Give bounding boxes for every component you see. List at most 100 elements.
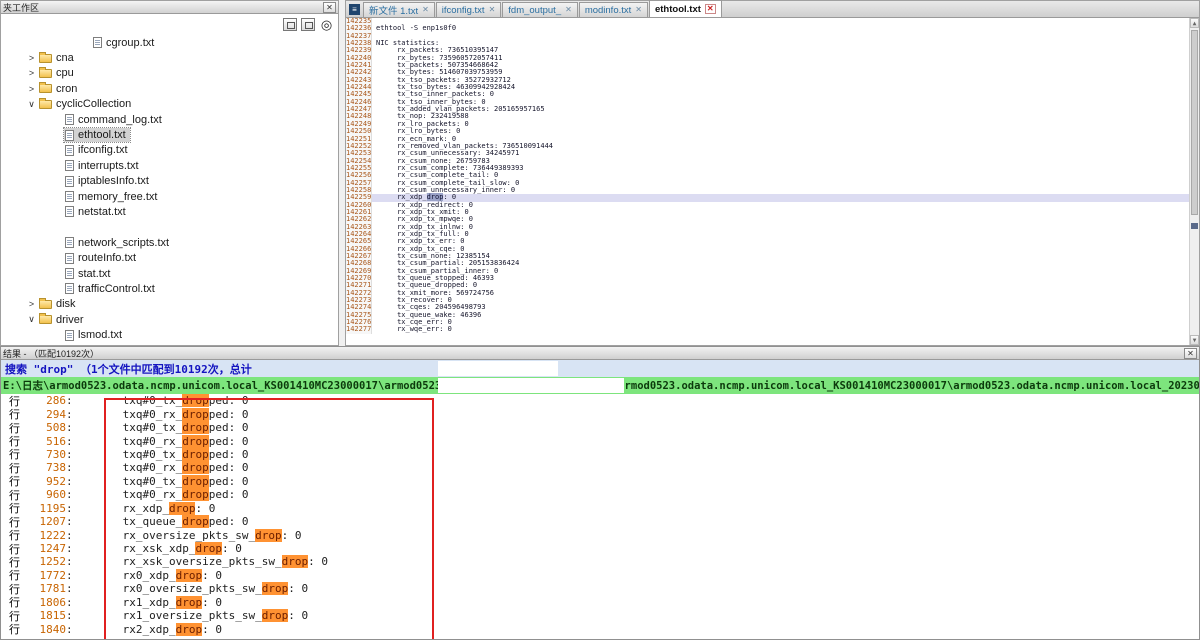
tab-fdm_output_[interactable]: fdm_output_✕ [502,2,578,17]
tab-close-icon[interactable]: ✕ [635,6,642,14]
search-summary-line[interactable]: 搜索 "drop" （1个文件中匹配到10192次，总计 [1,360,1199,377]
line-text: tx_cqes: 204596498793 [372,304,1199,311]
collapse-all-icon[interactable] [301,18,315,31]
close-icon[interactable]: ✕ [323,2,336,13]
match-row-line-1222[interactable]: 行1222:rx_oversize_pkts_sw_drop: 0 [1,528,1199,541]
editor-line[interactable]: 142276 tx_cqe_err: 0 [346,319,1199,326]
editor-line[interactable]: 142260 rx_xdp_redirect: 0 [346,202,1199,209]
line-text: rx_xdp_redirect: 0 [372,202,1199,209]
tree-item-label: command_log.txt [78,114,162,126]
tab-close-icon[interactable]: ✕ [422,6,429,14]
match-row-line-508[interactable]: 行508:txq#0_tx_dropped: 0 [1,421,1199,434]
tree-item-memory_free.txt[interactable]: memory_free.txt [1,189,332,204]
tree-item-cna[interactable]: >cna [1,50,332,65]
expand-all-icon[interactable] [283,18,297,31]
match-text: rx2_xdp_drop: 0 [123,623,222,636]
match-row-line-960[interactable]: 行960:txq#0_rx_dropped: 0 [1,488,1199,501]
editor-body[interactable]: 142235142236ethtool -S enp1s0f0142237 142… [346,18,1199,345]
tree-item-trafficControl.txt[interactable]: trafficControl.txt [1,281,332,296]
tab-strip: ≡ 新文件 1.txt✕ifconfig.txt✕fdm_output_✕mod… [346,1,1199,18]
search-results-panel: 结果 - （匹配10192次） ✕ 搜索 "drop" （1个文件中匹配到101… [0,346,1200,640]
match-row-line-1252[interactable]: 行1252:rx_xsk_oversize_pkts_sw_drop: 0 [1,555,1199,568]
tree-item-lsmod.txt[interactable]: lsmod.txt [1,327,332,342]
tab-close-icon[interactable]: ✕ [565,6,572,14]
tree-item-command_log.txt[interactable]: command_log.txt [1,112,332,127]
results-titlebar: 结果 - （匹配10192次） ✕ [1,347,1199,360]
scroll-down-icon[interactable]: ▼ [1190,335,1199,345]
match-row-line-1815[interactable]: 行1815:rx1_oversize_pkts_sw_drop: 0 [1,609,1199,622]
editor-line[interactable]: 142236ethtool -S enp1s0f0 [346,25,1199,32]
tree-item-interrupts.txt[interactable]: interrupts.txt [1,158,332,173]
highlighted-match: drop [282,555,309,568]
editor-line[interactable]: 142263 rx_xdp_tx_inlnw: 0 [346,224,1199,231]
editor-line[interactable]: 142249 rx_lro_packets: 0 [346,121,1199,128]
chevron-down-icon[interactable]: ∨ [25,314,38,325]
editor-line[interactable]: 142265 rx_xdp_tx_err: 0 [346,238,1199,245]
editor-line[interactable]: 142275 tx_queue_wake: 46396 [346,312,1199,319]
match-row-line-294[interactable]: 行294:txq#0_rx_dropped: 0 [1,407,1199,420]
tree-item-netstat.txt[interactable]: netstat.txt [1,204,332,219]
editor-line[interactable]: 142264 rx_xdp_tx_full: 0 [346,231,1199,238]
document-list-icon[interactable]: ≡ [349,4,360,15]
line-text: rx_xdp_tx_mpwqe: 0 [372,216,1199,223]
match-row-line-1247[interactable]: 行1247:rx_xsk_xdp_drop: 0 [1,542,1199,555]
chevron-right-icon[interactable]: > [25,53,38,63]
tab-新文件 1.txt[interactable]: 新文件 1.txt✕ [363,2,435,17]
scroll-up-icon[interactable]: ▲ [1190,18,1199,28]
editor-line[interactable]: 142259 rx_xdp_drop: 0 [346,194,1199,201]
tree-item-iptablesInfo.txt[interactable]: iptablesInfo.txt [1,174,332,189]
editor-line[interactable]: 142235 [346,18,1199,25]
match-row-line-730[interactable]: 行730:txq#0_tx_dropped: 0 [1,448,1199,461]
tab-ifconfig.txt[interactable]: ifconfig.txt✕ [436,2,501,17]
editor-line[interactable]: 142262 rx_xdp_tx_mpwqe: 0 [346,216,1199,223]
line-text: rx_wqe_err: 0 [372,326,1199,333]
tab-close-icon[interactable]: ✕ [705,4,716,14]
editor-line[interactable]: 142261 rx_xdp_tx_xmit: 0 [346,209,1199,216]
tree-item-driver[interactable]: ∨ driver [1,312,332,327]
editor-line[interactable]: 142272 tx_xmit_more: 569724756 [346,290,1199,297]
match-row-line-1806[interactable]: 行1806:rx1_xdp_drop: 0 [1,596,1199,609]
editor-line[interactable]: 142250 rx_lro_bytes: 0 [346,128,1199,135]
tab-modinfo.txt[interactable]: modinfo.txt✕ [579,2,648,17]
tree-item-ifconfig.txt[interactable]: ifconfig.txt [1,143,332,158]
match-row-line-1781[interactable]: 行1781:rx0_oversize_pkts_sw_drop: 0 [1,582,1199,595]
locate-current-file-icon[interactable]: ◎ [319,17,334,32]
match-row-line-1195[interactable]: 行1195:rx_xdp_drop: 0 [1,502,1199,515]
match-separator: : [66,435,73,448]
tree-item-disk[interactable]: > disk [1,297,332,312]
match-text: txq#0_rx_dropped: 0 [123,461,249,474]
editor-scrollbar[interactable]: ▲ ▼ [1189,18,1199,345]
editor-line[interactable]: 142258 rx_csum_unnecessary_inner: 0 [346,187,1199,194]
chevron-down-icon[interactable]: ∨ [25,99,38,110]
match-row-line-516[interactable]: 行516:txq#0_rx_dropped: 0 [1,434,1199,447]
match-row-line-738[interactable]: 行738:txq#0_rx_dropped: 0 [1,461,1199,474]
tab-ethtool.txt[interactable]: ethtool.txt✕ [649,0,722,17]
tree-item-cyclicCollection[interactable]: ∨cyclicCollection [1,97,332,112]
tree-item-ethtool.txt[interactable]: ethtool.txt [1,127,332,142]
tab-close-icon[interactable]: ✕ [489,6,496,14]
match-row-line-1772[interactable]: 行1772:rx0_xdp_drop: 0 [1,569,1199,582]
match-row-line-952[interactable]: 行952:txq#0_tx_dropped: 0 [1,475,1199,488]
tree-item-stat.txt[interactable]: stat.txt [1,266,332,281]
tree-item-label: disk [56,298,76,310]
close-icon[interactable]: ✕ [1184,348,1197,359]
match-separator: : [66,582,73,595]
chevron-right-icon[interactable]: > [25,84,38,94]
match-row-line-1207[interactable]: 行1207:tx_queue_dropped: 0 [1,515,1199,528]
chevron-right-icon[interactable]: > [25,299,38,309]
tree-item-cpu[interactable]: >cpu [1,66,332,81]
editor-line[interactable]: 142277 rx_wqe_err: 0 [346,326,1199,333]
tree-item-cron[interactable]: >cron [1,81,332,96]
match-row-line-286[interactable]: 行286:txq#0_tx_dropped: 0 [1,394,1199,407]
match-row-line-1840[interactable]: 行1840:rx2_xdp_drop: 0 [1,622,1199,635]
tree-item-routeInfo.txt[interactable]: routeInfo.txt [1,250,332,265]
editor-line[interactable]: 142247 tx_added_vlan_packets: 2051659571… [346,106,1199,113]
scrollbar-thumb[interactable] [1191,30,1198,215]
tree-item-network_scripts.txt[interactable]: network_scripts.txt [1,235,332,250]
editor-line[interactable]: 142237 [346,33,1199,40]
line-text: tx_recover: 0 [372,297,1199,304]
editor-line[interactable]: 142248 tx_nop: 232419588 [346,113,1199,120]
tree-item-label: driver [56,314,84,326]
chevron-right-icon[interactable]: > [25,68,38,78]
tree-item-cgroup.txt[interactable]: cgroup.txt [1,35,332,50]
